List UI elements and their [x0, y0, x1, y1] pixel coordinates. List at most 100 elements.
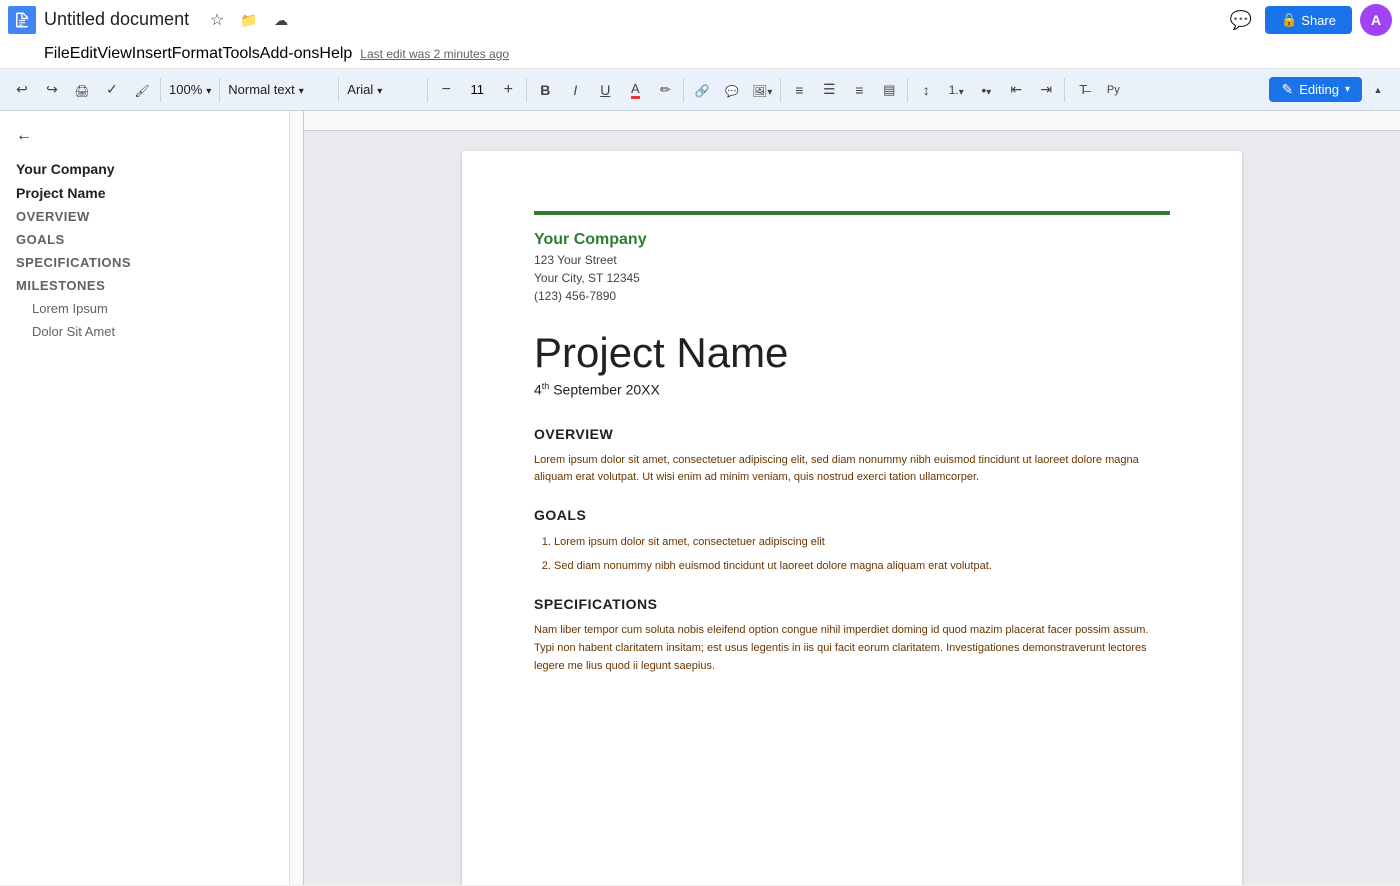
paintformat-button[interactable]	[128, 76, 156, 104]
scroll-up-icon: ▲	[1374, 85, 1383, 95]
sidebar-item-milestones[interactable]: MILESTONES	[0, 274, 289, 297]
specifications-body: Nam liber tempor cum soluta nobis eleife…	[534, 622, 1170, 675]
zoom-select[interactable]: 100%	[165, 76, 215, 104]
link-button[interactable]	[688, 76, 716, 104]
specifications-heading: SPECIFICATIONS	[534, 596, 1170, 612]
align-left-icon: ≡	[795, 82, 803, 98]
sidebar-item-goals-label: GOALS	[16, 232, 65, 247]
font-size-increase-button[interactable]	[494, 76, 522, 104]
sidebar-item-specifications[interactable]: SPECIFICATIONS	[0, 251, 289, 274]
font-size-value: 11	[462, 82, 492, 97]
align-justify-button[interactable]: ▤	[875, 76, 903, 104]
back-arrow-icon: ←	[16, 127, 32, 145]
align-center-button[interactable]: ☰	[815, 76, 843, 104]
sidebar-item-goals[interactable]: GOALS	[0, 228, 289, 251]
star-button[interactable]: ☆	[203, 6, 231, 34]
align-justify-icon: ▤	[883, 82, 895, 98]
italic-button[interactable]: I	[561, 76, 589, 104]
image-button[interactable]	[748, 76, 776, 104]
cloud-button[interactable]: ☁	[267, 6, 295, 34]
horizontal-ruler	[304, 111, 1400, 131]
share-label: Share	[1301, 13, 1336, 28]
underline-icon: U	[600, 82, 610, 98]
increase-indent-button[interactable]: ⇥	[1032, 76, 1060, 104]
separator-8	[907, 78, 908, 102]
print-icon	[74, 82, 89, 98]
menu-help[interactable]: Help	[319, 45, 352, 63]
doc-scroll[interactable]: Your Company 123 Your Street Your City, …	[304, 131, 1400, 885]
section-specifications: SPECIFICATIONS Nam liber tempor cum solu…	[534, 596, 1170, 675]
header-right: 💬 🔒 Share A	[1225, 4, 1392, 36]
menu-tools[interactable]: Tools	[222, 45, 259, 63]
font-size-decrease-button[interactable]	[432, 76, 460, 104]
separator-7	[780, 78, 781, 102]
menu-insert[interactable]: Insert	[132, 45, 172, 63]
undo-icon	[16, 81, 28, 98]
sidebar-item-project[interactable]: Project Name	[0, 181, 289, 205]
bulleted-list-button[interactable]: •	[972, 76, 1000, 104]
menu-addons[interactable]: Add-ons	[260, 45, 320, 63]
font-select[interactable]: Arial	[343, 76, 423, 104]
title-bar-icons: ☆ 📁 ☁	[203, 6, 295, 34]
bulleted-list-chevron-icon	[986, 82, 991, 98]
chat-button[interactable]: 💬	[1225, 4, 1257, 36]
project-date: 4th September 20XX	[534, 381, 1170, 398]
redo-button[interactable]	[38, 76, 66, 104]
decrease-indent-button[interactable]: ⇤	[1002, 76, 1030, 104]
highlight-button[interactable]: ✏	[651, 76, 679, 104]
spellcheck-button[interactable]	[98, 76, 126, 104]
sidebar-item-specifications-label: SPECIFICATIONS	[16, 255, 131, 270]
separator-6	[683, 78, 684, 102]
spellcheck-icon	[106, 81, 118, 98]
highlight-icon: ✏	[660, 82, 671, 98]
numbered-list-button[interactable]: 1.	[942, 76, 970, 104]
sidebar-item-lorem[interactable]: Lorem Ipsum	[0, 297, 289, 320]
menu-edit[interactable]: Edit	[70, 45, 98, 63]
sidebar-item-dolor[interactable]: Dolor Sit Amet	[0, 320, 289, 343]
menu-file[interactable]: File	[44, 45, 70, 63]
editing-mode-selector[interactable]: ✎ Editing ▾	[1269, 77, 1362, 102]
share-button[interactable]: 🔒 Share	[1265, 6, 1352, 34]
align-left-button[interactable]: ≡	[785, 76, 813, 104]
sidebar-item-company-label: Your Company	[16, 161, 115, 177]
style-select[interactable]: Normal text	[224, 76, 334, 104]
drive-button[interactable]: 📁	[235, 6, 263, 34]
print-button[interactable]	[68, 76, 96, 104]
bold-button[interactable]: B	[531, 76, 559, 104]
date-rest: September 20XX	[549, 382, 660, 398]
overview-heading: OVERVIEW	[534, 426, 1170, 442]
main-layout: ← Your Company Project Name OVERVIEW GOA…	[0, 111, 1400, 885]
sidebar-item-overview[interactable]: OVERVIEW	[0, 205, 289, 228]
goals-list: Lorem ipsum dolor sit amet, consectetuer…	[554, 533, 1170, 577]
image-icon	[752, 82, 767, 98]
clear-formatting-button[interactable]: T̶	[1069, 76, 1097, 104]
separator-5	[526, 78, 527, 102]
align-right-button[interactable]: ≡	[845, 76, 873, 104]
company-name: Your Company	[534, 231, 1170, 249]
menu-format[interactable]: Format	[172, 45, 223, 63]
vertical-ruler	[290, 111, 304, 885]
doc-title[interactable]: Untitled document	[44, 9, 189, 31]
user-avatar[interactable]: A	[1360, 4, 1392, 36]
menu-view[interactable]: View	[97, 45, 131, 63]
separator-9	[1064, 78, 1065, 102]
python-icon: Py	[1107, 84, 1120, 96]
sidebar-item-company[interactable]: Your Company	[0, 157, 289, 181]
sidebar-back-button[interactable]: ←	[0, 123, 289, 149]
line-spacing-button[interactable]: ↕	[912, 76, 940, 104]
comment-button[interactable]	[718, 76, 746, 104]
scroll-to-top-button[interactable]: ▲	[1364, 76, 1392, 104]
text-color-button[interactable]: A	[621, 76, 649, 104]
link-icon	[695, 82, 710, 98]
zoom-chevron-icon	[206, 82, 211, 97]
last-edit-link[interactable]: Last edit was 2 minutes ago	[360, 47, 509, 61]
sidebar-item-overview-label: OVERVIEW	[16, 209, 90, 224]
underline-button[interactable]: U	[591, 76, 619, 104]
undo-button[interactable]	[8, 76, 36, 104]
sidebar-item-lorem-label: Lorem Ipsum	[32, 301, 108, 316]
decrease-indent-icon: ⇤	[1010, 81, 1022, 98]
python-button[interactable]: Py	[1099, 76, 1127, 104]
image-chevron-icon	[767, 82, 772, 98]
style-value: Normal text	[228, 82, 294, 97]
font-size-decrease-icon	[442, 81, 451, 99]
